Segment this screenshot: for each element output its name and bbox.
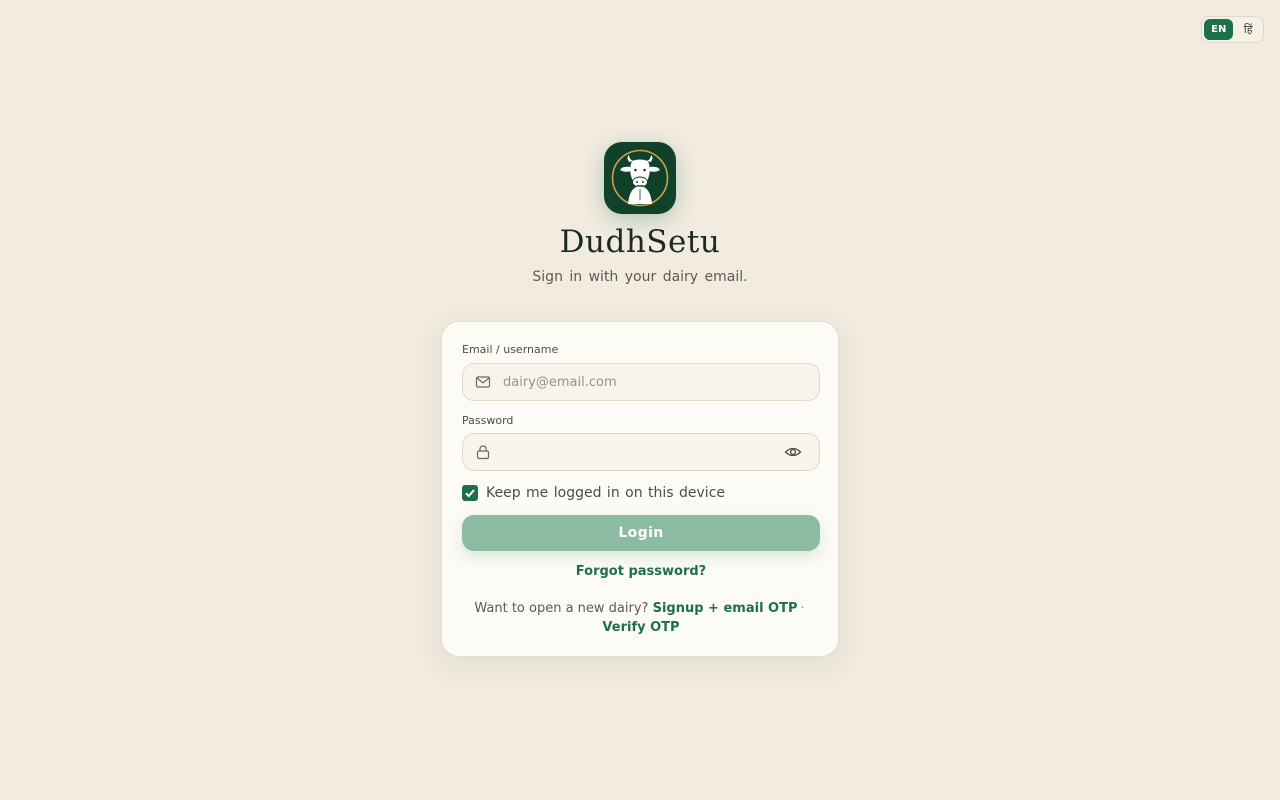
email-label: Email / username bbox=[462, 343, 559, 356]
remember-me-row: Keep me logged in on this device bbox=[462, 485, 725, 501]
remember-me-checkbox[interactable] bbox=[462, 485, 478, 501]
verify-otp-link[interactable]: Verify OTP bbox=[602, 620, 679, 635]
forgot-password-link[interactable]: Forgot password? bbox=[442, 564, 840, 579]
remember-me-label[interactable]: Keep me logged in on this device bbox=[486, 485, 725, 501]
mail-icon bbox=[475, 374, 491, 390]
signup-row: Want to open a new dairy? Signup + email… bbox=[442, 599, 840, 637]
password-label: Password bbox=[462, 414, 514, 427]
app-logo bbox=[604, 142, 676, 214]
link-separator: · bbox=[800, 601, 805, 616]
password-input[interactable] bbox=[501, 434, 783, 470]
login-card: Email / username Password bbox=[441, 321, 839, 657]
language-toggle: EN हिं bbox=[1201, 16, 1264, 43]
lock-icon bbox=[475, 444, 491, 460]
app-title: DudhSetu bbox=[559, 224, 721, 260]
login-button[interactable]: Login bbox=[462, 515, 820, 551]
eye-icon[interactable] bbox=[783, 442, 803, 462]
password-field bbox=[462, 433, 820, 471]
signup-link[interactable]: Signup + email OTP bbox=[653, 601, 798, 616]
app-subtitle: Sign in with your dairy email. bbox=[532, 269, 748, 285]
email-field bbox=[462, 363, 820, 401]
lang-option-hi[interactable]: हिं bbox=[1235, 19, 1261, 40]
check-icon bbox=[465, 489, 475, 498]
lang-option-en[interactable]: EN bbox=[1204, 19, 1234, 40]
email-input[interactable] bbox=[501, 364, 819, 400]
signup-prompt: Want to open a new dairy? bbox=[474, 601, 649, 616]
cow-logo-icon bbox=[611, 149, 669, 207]
